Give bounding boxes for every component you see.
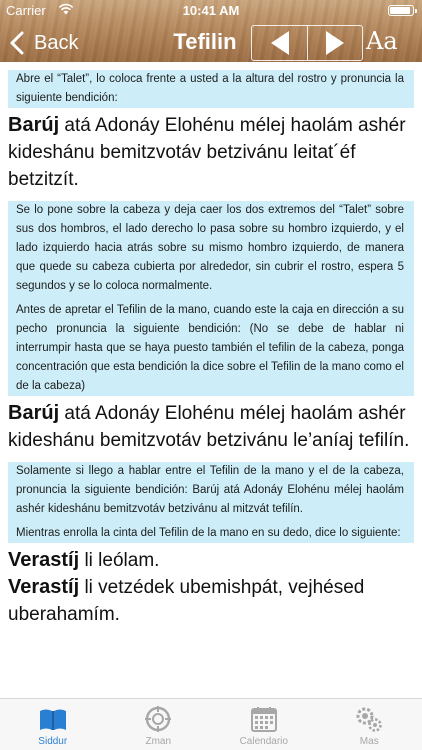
triangle-right-icon — [326, 31, 344, 55]
instruction-text: Antes de apretar el Tefilin de la mano, … — [16, 304, 404, 392]
next-page-button[interactable] — [307, 26, 362, 60]
page-title: Tefilin — [173, 29, 237, 54]
instruction-text: Se lo pone sobre la cabeza y deja caer l… — [16, 204, 404, 292]
chevron-left-icon — [10, 31, 24, 55]
prayer-first-word: Barúj — [8, 402, 60, 424]
prayer-text: Barúj atá Adonáy Elohénu mélej haolám as… — [0, 108, 422, 193]
status-bar: Carrier 10:41 AM — [0, 0, 422, 20]
instruction-block: Abre el “Talet”, lo coloca frente a uste… — [8, 70, 414, 108]
calendar-icon — [250, 707, 277, 732]
back-label: Back — [34, 31, 79, 54]
tab-label: Siddur — [38, 736, 68, 747]
battery-icon — [388, 5, 417, 16]
prayer-text: Verastíj li vetzédek ubemishpát, vejhése… — [0, 574, 422, 628]
gears-icon — [356, 707, 383, 732]
back-button[interactable]: Back — [8, 28, 78, 58]
font-size-button[interactable]: Aa — [366, 27, 398, 55]
tab-siddur[interactable]: Siddur — [0, 699, 106, 750]
prayer-first-word: Verastíj — [8, 576, 80, 598]
instruction-block: Solamente si llego a hablar entre el Tef… — [8, 462, 414, 543]
prayer-body: atá Adonáy Elohénu mélej haolám ashér ki… — [8, 115, 406, 190]
compass-icon — [145, 706, 172, 732]
tab-mas[interactable]: Mas — [317, 699, 422, 750]
prayer-first-word: Barúj — [8, 114, 60, 136]
tab-label: Calendario — [239, 736, 288, 747]
prayer-text: Barúj atá Adonáy Elohénu mélej haolám as… — [0, 396, 422, 454]
tab-label: Zman — [145, 736, 172, 747]
instruction-text: Solamente si llego a hablar entre el Tef… — [16, 465, 404, 515]
prayer-first-word: Verastíj — [8, 549, 80, 571]
triangle-left-icon — [270, 31, 289, 55]
tab-label: Mas — [359, 736, 379, 747]
previous-page-button[interactable] — [252, 26, 307, 60]
prayer-text: Verastíj li leólam. — [0, 543, 422, 574]
instruction-text: Mientras enrolla la cinta del Tefilin de… — [16, 527, 401, 539]
tab-bar: Siddur Zman Calendario Mas — [0, 698, 422, 750]
prayer-text-view[interactable]: Abre el “Talet”, lo coloca frente a uste… — [0, 62, 422, 698]
instruction-block: Se lo pone sobre la cabeza y deja caer l… — [8, 201, 414, 396]
book-icon — [39, 709, 66, 730]
prayer-body: atá Adonáy Elohénu mélej haolám ashér ki… — [8, 403, 410, 451]
tab-calendario[interactable]: Calendario — [211, 699, 317, 750]
navigation-bar: Carrier 10:41 AM Back Tefilin Aa — [0, 0, 422, 62]
clock: 10:41 AM — [182, 3, 240, 18]
tab-zman[interactable]: Zman — [106, 699, 212, 750]
prev-next-control — [251, 25, 363, 61]
instruction-text: Abre el “Talet”, lo coloca frente a uste… — [16, 73, 404, 104]
prayer-body: li leólam. — [79, 550, 160, 571]
